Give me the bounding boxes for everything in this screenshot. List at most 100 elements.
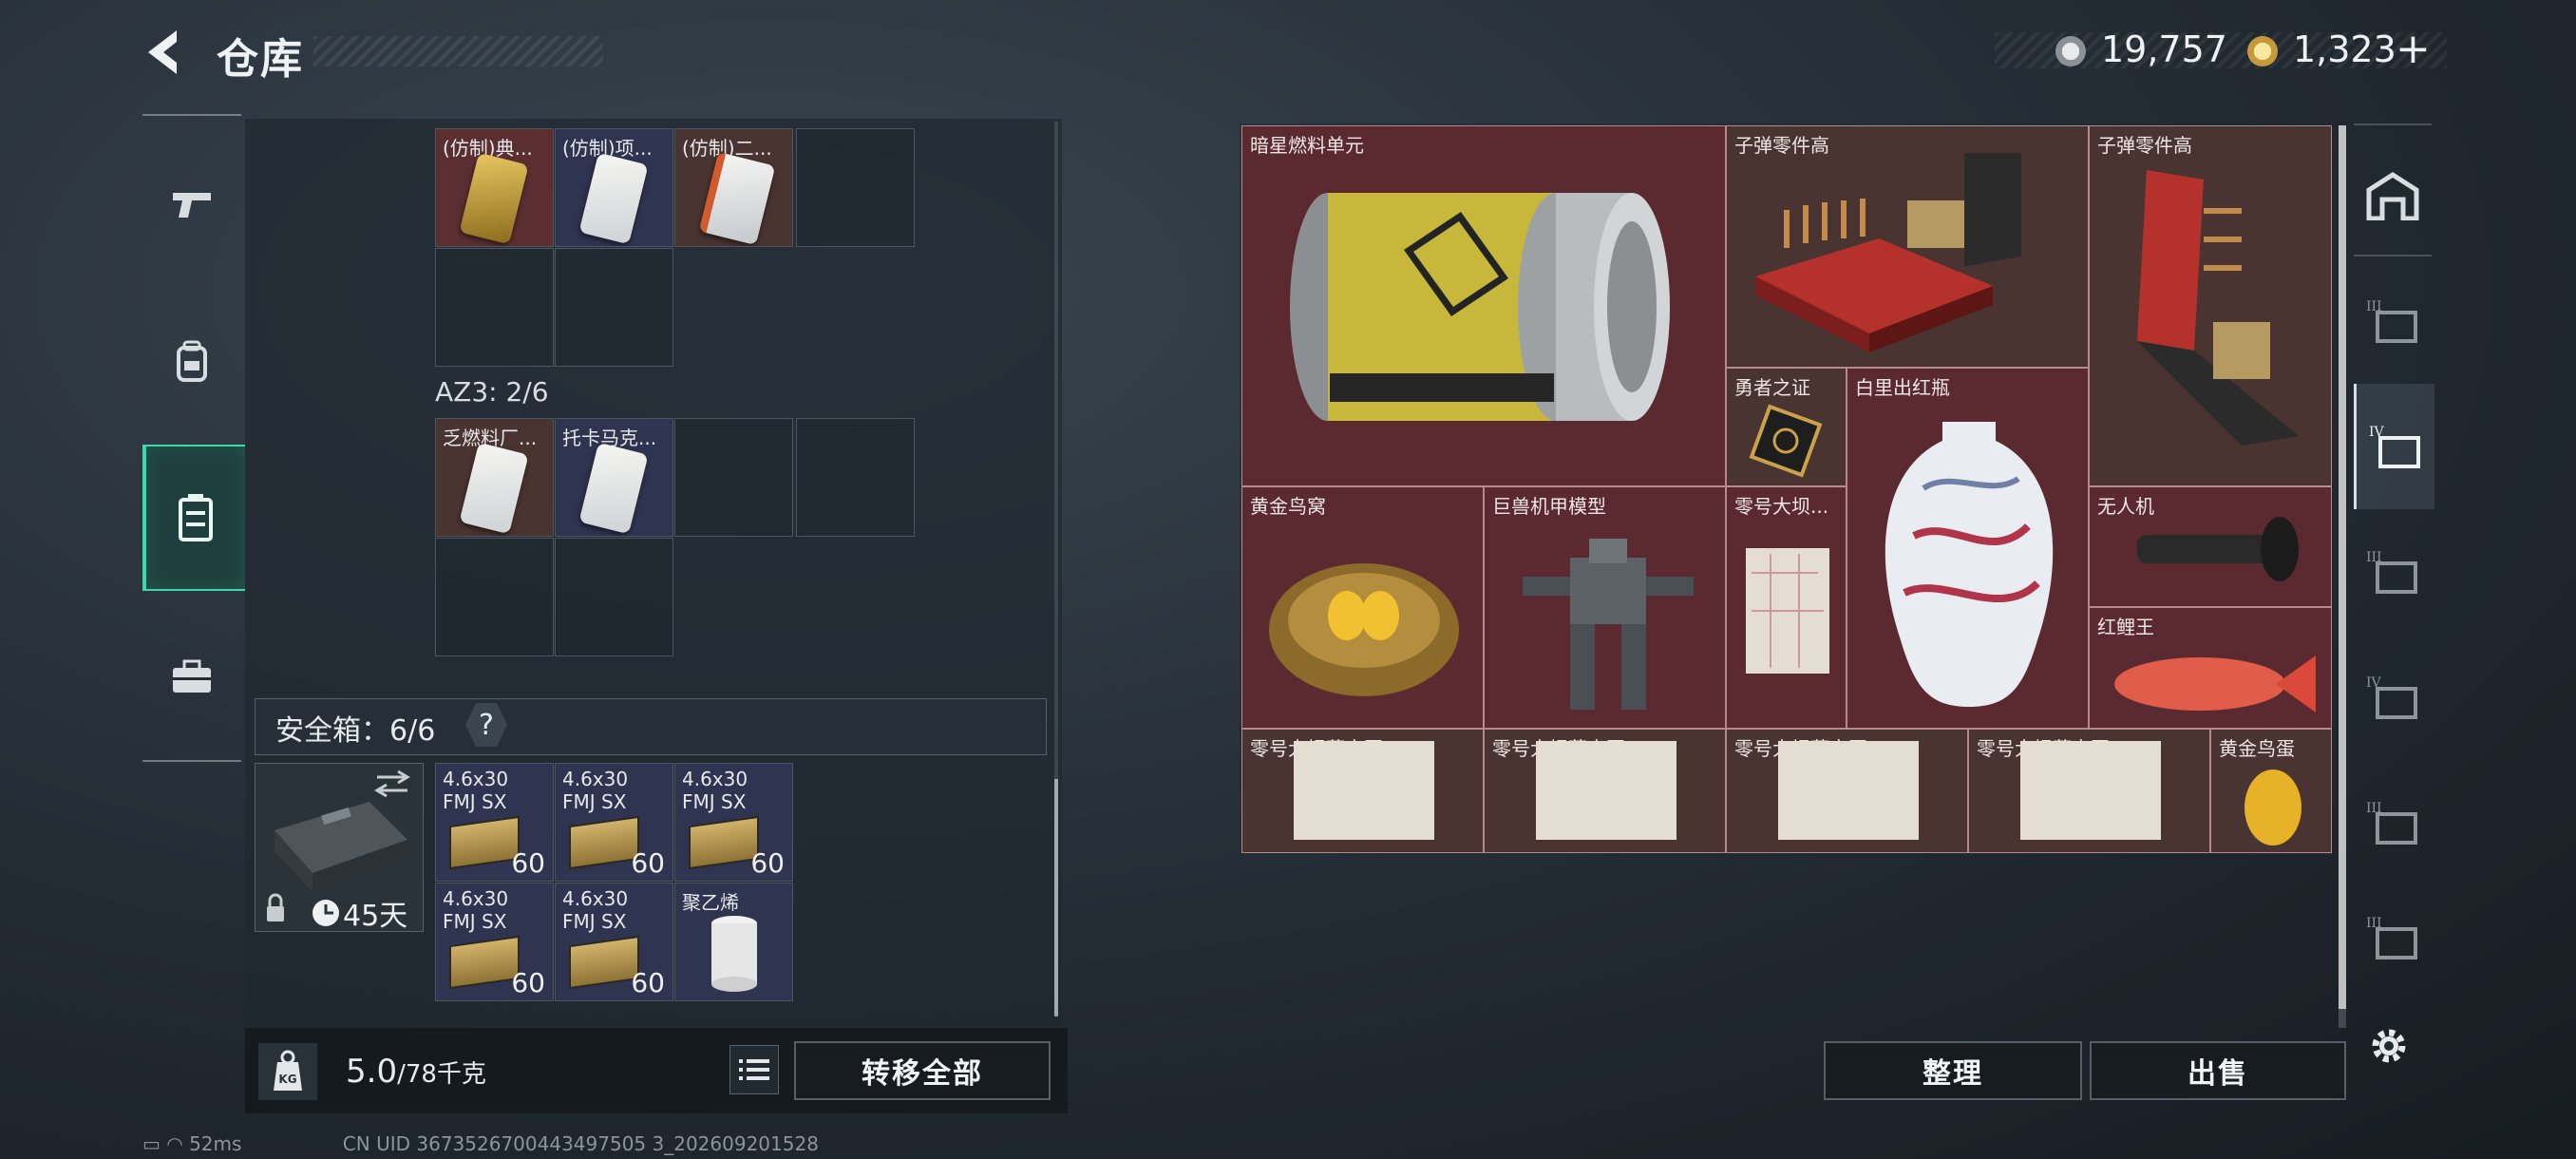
stash-item-carp[interactable]: 红鲤王 — [2089, 607, 2332, 729]
stash-item-mech-model[interactable]: 巨兽机甲模型 — [1484, 486, 1726, 729]
stash-item-ammo-parts[interactable]: 子弹零件高 — [2089, 125, 2332, 486]
stash-item-hero-proof[interactable]: 勇者之证 — [1726, 368, 1847, 486]
empty-slot[interactable] — [555, 248, 673, 367]
tab-container[interactable] — [142, 445, 245, 591]
item-sublabel: FMJ SX — [443, 790, 507, 813]
ammo-box-icon — [689, 815, 759, 870]
empty-slot[interactable] — [796, 128, 915, 247]
storage-tier-icon: III — [2366, 801, 2417, 845]
stash-item-ammo-parts[interactable]: 子弹零件高 — [1726, 125, 2089, 368]
empty-slot[interactable] — [796, 418, 915, 537]
tab-backpack[interactable] — [142, 290, 241, 432]
stash-item-drone[interactable]: 无人机 — [2089, 486, 2332, 607]
briefcase-icon — [173, 659, 211, 693]
tab-briefcase[interactable] — [142, 606, 241, 749]
right-scrollbar-thumb[interactable] — [2339, 125, 2346, 1009]
tab-warehouse[interactable] — [2354, 133, 2432, 258]
back-button[interactable] — [142, 28, 184, 76]
ammo-item[interactable]: 4.6x30 FMJ SX 60 — [555, 883, 673, 1001]
item-quantity: 60 — [750, 847, 785, 879]
ammo-item[interactable]: 4.6x30 FMJ SX 60 — [435, 883, 554, 1001]
tab-weapons[interactable] — [142, 133, 241, 276]
ammo-parts-crate-icon — [2137, 170, 2299, 446]
paper-map-icon — [1536, 741, 1676, 840]
page-title: 仓库 — [217, 35, 304, 84]
uid-text: CN UID 3673526700443497505 3_20260920152… — [342, 1132, 819, 1155]
container-icon — [179, 494, 213, 542]
svg-text:KG: KG — [278, 1073, 296, 1086]
tab-divider — [2354, 124, 2432, 125]
sell-button[interactable]: 出售 — [2090, 1041, 2346, 1100]
item-label: 4.6x30 — [682, 768, 748, 790]
inventory-item[interactable]: (仿制)项... — [555, 128, 673, 247]
fuel-cell-icon — [1290, 193, 1670, 421]
tab-divider — [142, 760, 241, 762]
inventory-item[interactable]: (仿制)二... — [674, 128, 793, 247]
tab-storage-3d[interactable]: III — [2354, 885, 2432, 990]
add-currency-button[interactable]: + — [2396, 25, 2431, 73]
list-icon — [739, 1059, 769, 1080]
tab-storage-4b[interactable]: IV — [2354, 635, 2432, 760]
empty-slot[interactable] — [435, 248, 554, 367]
empty-slot[interactable] — [435, 538, 554, 656]
gold-amount: 1,323 — [2293, 28, 2396, 70]
safebox-title: 安全箱：6/6 — [275, 714, 436, 748]
paper-map-icon — [1778, 741, 1919, 840]
tab-storage-3b[interactable]: III — [2354, 509, 2432, 635]
red-carp-icon — [2114, 656, 2316, 712]
item-label: 4.6x30 — [562, 768, 629, 790]
empty-slot[interactable] — [674, 418, 793, 537]
safebox-case[interactable]: 45天 — [255, 763, 424, 933]
ammo-item[interactable]: 4.6x30 FMJ SX 60 — [674, 763, 793, 882]
tab-divider — [142, 114, 241, 116]
stash-item-vase[interactable]: 白里出红瓶 — [1847, 368, 2089, 729]
item-label: 黄金鸟窝 — [1250, 495, 1326, 518]
stash-item-treasure-map[interactable]: 零号大坝藏宝图-4 — [1484, 729, 1726, 853]
silver-amount: 19,757 — [2101, 28, 2227, 70]
stash-item-treasure-map[interactable]: 零号大坝藏宝图-4 — [1726, 729, 1968, 853]
ammo-box-icon — [449, 935, 520, 990]
inventory-item[interactable]: 乏燃料厂... — [435, 418, 554, 537]
item-quantity: 60 — [631, 967, 665, 998]
storage-tier-icon: III — [2366, 299, 2417, 343]
settings-button[interactable] — [2365, 1022, 2413, 1070]
ammo-item[interactable]: 4.6x30 FMJ SX 60 — [555, 763, 673, 882]
sort-button[interactable]: 整理 — [1824, 1041, 2082, 1100]
storage-tier-icon: III — [2366, 550, 2417, 594]
battery-icon: ▭ — [142, 1132, 161, 1155]
inventory-item[interactable]: (仿制)典... — [435, 128, 554, 247]
item-sublabel: FMJ SX — [562, 790, 627, 813]
left-scrollbar-thumb[interactable] — [1054, 779, 1058, 1016]
empty-slot[interactable] — [555, 538, 673, 656]
golden-nest-icon — [1269, 563, 1459, 696]
tab-storage-4a[interactable]: IV — [2354, 384, 2434, 509]
weight-icon: KG — [258, 1043, 317, 1100]
paper-map-icon — [2020, 741, 2161, 840]
tab-divider — [2354, 255, 2432, 256]
weight-max: /78千克 — [397, 1060, 486, 1089]
item-label: 巨兽机甲模型 — [1492, 495, 1606, 518]
polyethylene-item[interactable]: 聚乙烯 — [674, 883, 793, 1001]
list-view-button[interactable] — [729, 1045, 779, 1094]
stash-item-fuel-cell[interactable]: 暗星燃料单元 — [1241, 125, 1726, 486]
medal-card-icon — [1749, 404, 1823, 478]
item-label: 4.6x30 — [443, 768, 509, 790]
stash-item-treasure-map[interactable]: 零号大坝藏宝图-5 — [1241, 729, 1484, 853]
stash-item-gold-egg[interactable]: 黄金鸟蛋 — [2210, 729, 2332, 853]
tab-storage-3c[interactable]: III — [2354, 760, 2432, 885]
paper-map-icon — [1294, 741, 1434, 840]
az3-label: AZ3: 2/6 — [435, 376, 549, 408]
inventory-item[interactable]: 托卡马克... — [555, 418, 673, 537]
keycard-icon — [698, 151, 776, 246]
item-sublabel: FMJ SX — [682, 790, 747, 813]
item-label: 4.6x30 — [443, 887, 509, 910]
stash-item-gold-nest[interactable]: 黄金鸟窝 — [1241, 486, 1484, 729]
tab-storage-3a[interactable]: III — [2354, 258, 2432, 384]
stash-item-dam-map[interactable]: 零号大坝... — [1726, 486, 1847, 729]
transfer-all-button[interactable]: 转移全部 — [794, 1041, 1051, 1100]
gold-coin-icon — [2247, 36, 2278, 66]
item-label: 4.6x30 — [562, 887, 629, 910]
ammo-item[interactable]: 4.6x30 FMJ SX 60 — [435, 763, 554, 882]
stash-item-treasure-map[interactable]: 零号大坝藏宝图-4 — [1968, 729, 2210, 853]
item-sublabel: FMJ SX — [443, 910, 507, 933]
